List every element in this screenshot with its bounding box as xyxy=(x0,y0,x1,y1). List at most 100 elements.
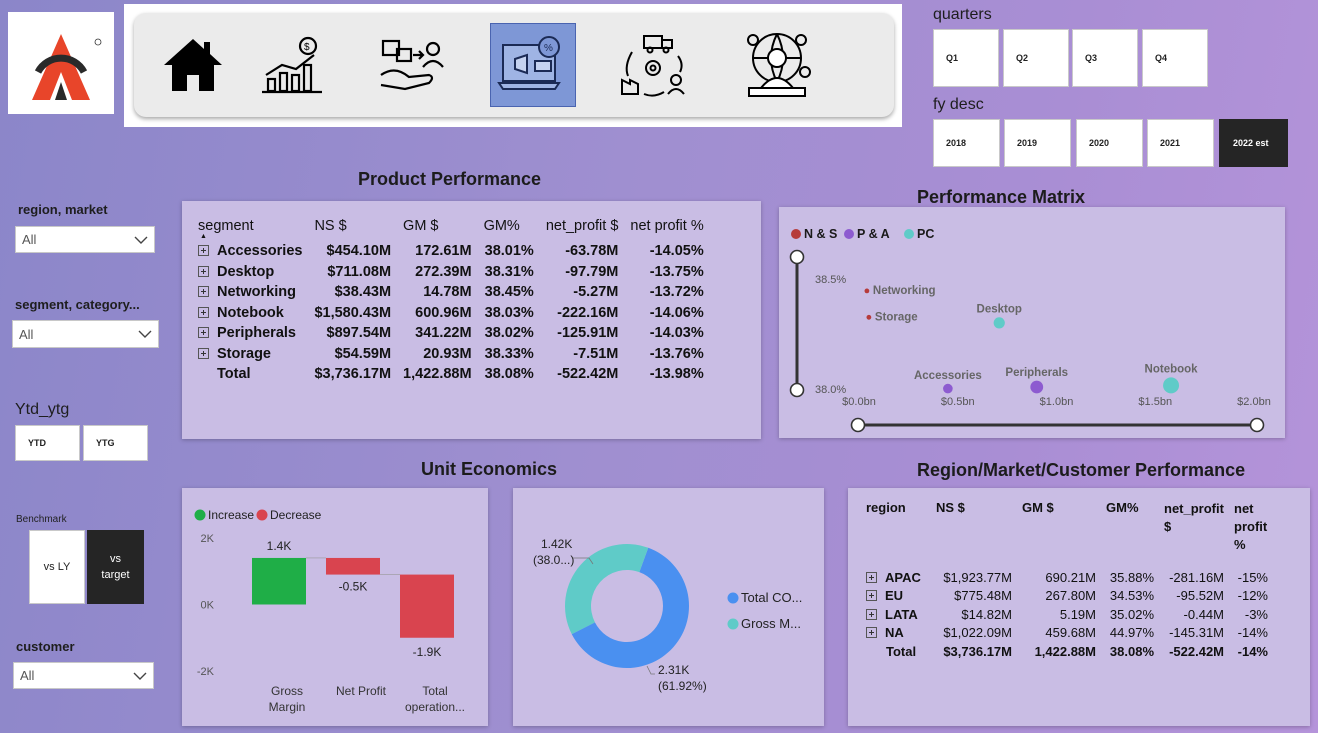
expand-plus-icon[interactable] xyxy=(198,286,209,298)
table-row[interactable]: EU $775.48M 267.80M 34.53% -95.52M -12% xyxy=(861,587,1273,606)
vs-target-button[interactable]: vs target xyxy=(87,530,144,604)
expand-plus-icon[interactable] xyxy=(198,306,209,318)
column-header-net-profit-pct[interactable]: net profit % xyxy=(624,211,709,241)
table-row[interactable]: LATA $14.82M 5.19M 35.02% -0.44M -3% xyxy=(861,605,1273,624)
table-cell: 600.96M xyxy=(415,304,472,321)
y-range-handle-top[interactable] xyxy=(789,249,805,265)
quarter-q2-button[interactable]: Q2 xyxy=(1003,29,1069,87)
column-header-gm-pct[interactable]: GM% xyxy=(1101,500,1159,568)
table-cell: 44.97% xyxy=(1109,625,1154,641)
waterfall-bar[interactable] xyxy=(326,557,380,575)
fy-2019-button[interactable]: 2019 xyxy=(1004,119,1071,167)
column-header-net-profit[interactable]: net_profit $ xyxy=(1159,500,1229,568)
expand-plus-icon[interactable] xyxy=(866,590,877,602)
ytd-button[interactable]: YTD xyxy=(15,425,80,461)
table-row[interactable]: Desktop $711.08M 272.39M 38.31% -97.79M -13.7… xyxy=(192,262,710,283)
legend-dot-icon xyxy=(727,618,739,630)
customer-dropdown[interactable]: All xyxy=(13,662,154,689)
expand-plus-icon[interactable] xyxy=(198,327,209,339)
table-row[interactable]: Notebook $1,580.43M 600.96M 38.03% -222.16M -… xyxy=(192,303,710,324)
supply-chain-icon[interactable] xyxy=(610,23,696,107)
table-row[interactable]: Storage $54.59M 20.93M 38.33% -7.51M -13.76% xyxy=(192,344,710,365)
quarter-q1-button[interactable]: Q1 xyxy=(933,29,999,87)
point-label: Accessories xyxy=(914,370,982,382)
region-market-label: region, market xyxy=(18,202,108,217)
home-icon[interactable] xyxy=(150,23,236,107)
column-header-ns[interactable]: NS $ xyxy=(308,211,397,241)
ytg-button[interactable]: YTG xyxy=(83,425,148,461)
scatter-point[interactable] xyxy=(1163,377,1180,394)
total-label: Total xyxy=(217,366,251,383)
table-row[interactable]: Peripherals $897.54M 341.22M 38.02% -125.91M… xyxy=(192,323,710,344)
expand-plus-icon[interactable] xyxy=(198,265,209,277)
donut-slice[interactable] xyxy=(565,544,649,635)
column-header-gm[interactable]: GM $ xyxy=(1017,500,1101,568)
x-category-label: Total operation... xyxy=(405,684,465,714)
waterfall-bar[interactable] xyxy=(400,574,454,638)
marketing-laptop-icon[interactable]: % xyxy=(490,23,576,107)
table-row[interactable]: Networking $38.43M 14.78M 38.45% -5.27M -13.7… xyxy=(192,282,710,303)
table-cell: -125.91M xyxy=(557,325,619,342)
customer-value: All xyxy=(20,668,35,683)
waterfall-bar[interactable] xyxy=(252,557,306,605)
table-header-row: region NS $ GM $ GM% net_profit $ net pr… xyxy=(861,500,1273,568)
scatter-point[interactable] xyxy=(943,383,953,394)
expand-plus-icon[interactable] xyxy=(866,608,877,620)
region-market-dropdown[interactable]: All xyxy=(15,226,155,253)
fy-2021-button[interactable]: 2021 xyxy=(1147,119,1214,167)
point-label: Notebook xyxy=(1145,363,1199,375)
segment-category-label: segment, category... xyxy=(15,297,140,312)
region-performance-table-panel: region NS $ GM $ GM% net_profit $ net pr… xyxy=(848,488,1310,726)
expand-plus-icon[interactable] xyxy=(866,627,877,639)
table-cell: 172.61M xyxy=(415,243,472,260)
legend-label: Total CO... xyxy=(741,590,802,605)
fy-2022-est-button[interactable]: 2022 est xyxy=(1219,119,1288,167)
scatter-point[interactable] xyxy=(866,314,872,320)
table-cell: $38.43M xyxy=(334,284,392,301)
expand-plus-icon[interactable] xyxy=(866,571,877,583)
total-row: Total $3,736.17M 1,422.88M 38.08% -522.42M -1… xyxy=(192,364,710,385)
scatter-point[interactable] xyxy=(864,288,870,294)
executive-globe-icon[interactable] xyxy=(734,23,820,107)
column-header-gm-pct[interactable]: GM% xyxy=(478,211,540,241)
x-range-handle-right[interactable] xyxy=(1249,417,1265,433)
table-cell: 267.80M xyxy=(1045,588,1096,604)
table-row[interactable]: NA $1,022.09M 459.68M 44.97% -145.31M -14% xyxy=(861,624,1273,643)
x-category-label: Net Profit xyxy=(336,684,387,698)
column-header-ns[interactable]: NS $ xyxy=(931,500,1017,568)
fy-2020-button[interactable]: 2020 xyxy=(1076,119,1143,167)
legend-dot-icon xyxy=(844,229,854,239)
table-cell: -222.16M xyxy=(557,304,619,321)
column-header-region[interactable]: region xyxy=(861,500,931,568)
row-label: LATA xyxy=(885,606,918,622)
expand-plus-icon[interactable] xyxy=(198,245,209,257)
total-cell: -522.42M xyxy=(1169,643,1224,659)
column-header-gm[interactable]: GM $ xyxy=(397,211,478,241)
quarter-q4-button[interactable]: Q4 xyxy=(1142,29,1208,87)
column-header-net-profit[interactable]: net_profit $ xyxy=(540,211,625,241)
column-header-segment[interactable]: segment ▲ xyxy=(192,211,308,241)
unit-economics-waterfall-chart: Increase Decrease 2K 0K -2K 1.4K -0.5K -1.9K Gro… xyxy=(194,508,465,714)
segment-category-dropdown[interactable]: All xyxy=(12,320,159,348)
row-label-cell: Accessories xyxy=(192,241,308,262)
quarters-label: quarters xyxy=(933,6,992,23)
vs-ly-button[interactable]: vs LY xyxy=(29,530,85,604)
slice-pct-label: (38.0...) xyxy=(533,553,574,567)
table-row[interactable]: Accessories $454.10M 172.61M 38.01% -63.78M -… xyxy=(192,241,710,262)
x-range-handle-left[interactable] xyxy=(850,417,866,433)
finance-chart-icon[interactable]: $ xyxy=(250,23,336,107)
legend-label: Increase xyxy=(208,508,254,522)
y-range-handle-bottom[interactable] xyxy=(789,382,805,398)
quarter-q3-button[interactable]: Q3 xyxy=(1072,29,1138,87)
column-header-net-profit-pct[interactable]: net profit % xyxy=(1229,500,1273,568)
table-cell: $1,580.43M xyxy=(314,304,392,321)
row-label: APAC xyxy=(885,569,921,585)
row-label-cell: LATA xyxy=(861,605,931,624)
fy-2018-button[interactable]: 2018 xyxy=(933,119,1000,167)
table-row[interactable]: APAC $1,923.77M 690.21M 35.88% -281.16M -15% xyxy=(861,568,1273,587)
expand-plus-icon[interactable] xyxy=(198,347,209,359)
scatter-point[interactable] xyxy=(1030,380,1044,394)
region-performance-table: region NS $ GM $ GM% net_profit $ net pr… xyxy=(861,500,1273,661)
scatter-point[interactable] xyxy=(993,317,1005,329)
sales-handshake-icon[interactable] xyxy=(370,23,456,107)
